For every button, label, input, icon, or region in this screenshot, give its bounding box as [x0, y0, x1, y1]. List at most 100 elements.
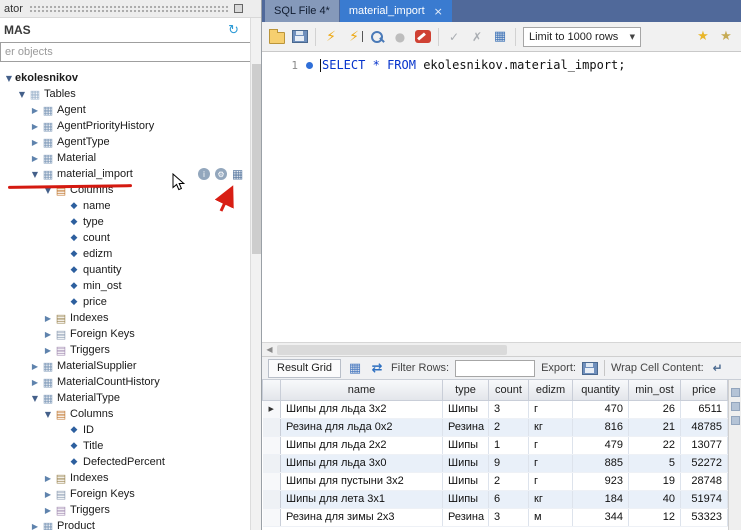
tree-expand-icon[interactable]: ▼ [29, 170, 41, 179]
tree-item-material[interactable]: ▶▦Material [0, 150, 250, 166]
cell-name[interactable]: Шипы для льда 3x0 [281, 454, 443, 472]
cell-quantity[interactable]: 885 [573, 454, 629, 472]
cell-min_ost[interactable]: 22 [629, 436, 681, 454]
cell-quantity[interactable]: 923 [573, 472, 629, 490]
cell-price[interactable]: 6511 [681, 400, 728, 418]
editor-hscrollbar[interactable]: ◀ [262, 342, 741, 357]
cell-edizm[interactable]: кг [529, 490, 573, 508]
tree-expand-icon[interactable]: ▶ [29, 522, 41, 530]
tree-expand-icon[interactable]: ▶ [42, 474, 54, 483]
tree-item-materialtype[interactable]: ▼▦MaterialType [0, 390, 250, 406]
cell-count[interactable]: 6 [489, 490, 529, 508]
navigator-scrollbar-thumb[interactable] [252, 64, 261, 254]
tree-item-name[interactable]: ◆name [0, 198, 250, 214]
row-selector[interactable] [263, 472, 281, 490]
tree-expand-icon[interactable]: ▶ [29, 106, 41, 115]
tree-expand-icon[interactable]: ▶ [29, 122, 41, 131]
tree-item-price[interactable]: ◆price [0, 294, 250, 310]
cell-type[interactable]: Шипы [443, 454, 489, 472]
tree-item-materialsupplier[interactable]: ▶▦MaterialSupplier [0, 358, 250, 374]
hscrollbar-track[interactable] [277, 343, 741, 356]
row-selector[interactable] [263, 418, 281, 436]
autocommit-icon[interactable]: ▦ [492, 28, 508, 46]
cell-quantity[interactable]: 470 [573, 400, 629, 418]
limit-rows-dropdown[interactable]: Limit to 1000 rows ▼ [523, 27, 641, 47]
tree-item-title[interactable]: ◆Title [0, 438, 250, 454]
tree-expand-icon[interactable]: ▶ [42, 314, 54, 323]
cell-price[interactable]: 51974 [681, 490, 728, 508]
tree-expand-icon[interactable]: ▶ [29, 378, 41, 387]
cell-count[interactable]: 9 [489, 454, 529, 472]
tree-item-triggers[interactable]: ▶▤Triggers [0, 502, 250, 518]
cell-edizm[interactable]: г [529, 400, 573, 418]
sql-editor[interactable]: 1 SELECT * FROM ekolesnikov.material_imp… [262, 52, 741, 342]
tab-material-import[interactable]: material_import × [340, 0, 452, 22]
info-icon[interactable]: i [198, 168, 210, 180]
cell-edizm[interactable]: г [529, 436, 573, 454]
navigator-scrollbar[interactable] [250, 18, 261, 530]
cell-count[interactable]: 3 [489, 508, 529, 526]
tree-item-tables[interactable]: ▼▦Tables [0, 86, 250, 102]
tree-expand-icon[interactable]: ▶ [42, 346, 54, 355]
col-header-count[interactable]: count [489, 380, 529, 400]
filter-rows-input[interactable] [455, 360, 535, 377]
cell-quantity[interactable]: 184 [573, 490, 629, 508]
cell-type[interactable]: Резина [443, 508, 489, 526]
tree-item-material-import[interactable]: ▼▦material_importi⚙▦ [0, 166, 250, 182]
row-selector[interactable] [263, 508, 281, 526]
tree-item-agenttype[interactable]: ▶▦AgentType [0, 134, 250, 150]
cell-type[interactable]: Резина [443, 418, 489, 436]
tree-expand-icon[interactable]: ▶ [29, 154, 41, 163]
cell-name[interactable]: Шипы для лета 3x1 [281, 490, 443, 508]
tree-item-count[interactable]: ◆count [0, 230, 250, 246]
panel-grip[interactable] [29, 5, 228, 13]
cell-edizm[interactable]: кг [529, 418, 573, 436]
undock-icon[interactable] [234, 4, 243, 13]
form-editor-side-icon[interactable] [731, 402, 740, 411]
wrench-icon[interactable]: ⚙ [215, 168, 227, 180]
tree-item-columns[interactable]: ▼▤Columns [0, 406, 250, 422]
cell-quantity[interactable]: 344 [573, 508, 629, 526]
stop-on-error-icon[interactable] [415, 30, 431, 43]
result-grid-side-icon[interactable] [731, 388, 740, 397]
cell-min_ost[interactable]: 12 [629, 508, 681, 526]
cell-edizm[interactable]: г [529, 454, 573, 472]
cell-type[interactable]: Шипы [443, 436, 489, 454]
cell-price[interactable]: 52272 [681, 454, 728, 472]
tree-expand-icon[interactable]: ▶ [29, 138, 41, 147]
col-header-edizm[interactable]: edizm [529, 380, 573, 400]
cell-quantity[interactable]: 479 [573, 436, 629, 454]
tree-item-indexes[interactable]: ▶▤Indexes [0, 310, 250, 326]
tree-item-foreign-keys[interactable]: ▶▤Foreign Keys [0, 486, 250, 502]
cell-price[interactable]: 13077 [681, 436, 728, 454]
tree-expand-icon[interactable]: ▶ [29, 362, 41, 371]
cell-price[interactable]: 28748 [681, 472, 728, 490]
cell-count[interactable]: 1 [489, 436, 529, 454]
tree-item-id[interactable]: ◆ID [0, 422, 250, 438]
tree-expand-icon[interactable]: ▼ [3, 74, 15, 83]
tab-sql-file-4[interactable]: SQL File 4* [265, 0, 339, 22]
cell-min_ost[interactable]: 5 [629, 454, 681, 472]
cell-name[interactable]: Резина для льда 0x2 [281, 418, 443, 436]
tree-item-product[interactable]: ▶▦Product [0, 518, 250, 530]
close-tab-icon[interactable]: × [434, 5, 443, 18]
beautify-icon[interactable]: ★ [695, 28, 711, 46]
tree-item-agent[interactable]: ▶▦Agent [0, 102, 250, 118]
col-header-name[interactable]: name [281, 380, 443, 400]
col-header-min_ost[interactable]: min_ost [629, 380, 681, 400]
tree-item-type[interactable]: ◆type [0, 214, 250, 230]
cell-min_ost[interactable]: 40 [629, 490, 681, 508]
tree-item-edizm[interactable]: ◆edizm [0, 246, 250, 262]
tree-item-foreign-keys[interactable]: ▶▤Foreign Keys [0, 326, 250, 342]
cell-type[interactable]: Шипы [443, 400, 489, 418]
filter-objects-input[interactable] [0, 42, 251, 62]
result-side-panel[interactable] [728, 380, 741, 530]
save-script-icon[interactable] [292, 30, 308, 43]
tree-item-min-ost[interactable]: ◆min_ost [0, 278, 250, 294]
cell-min_ost[interactable]: 19 [629, 472, 681, 490]
tree-expand-icon[interactable]: ▶ [42, 506, 54, 515]
cell-type[interactable]: Шипы [443, 472, 489, 490]
tree-item-indexes[interactable]: ▶▤Indexes [0, 470, 250, 486]
cell-min_ost[interactable]: 21 [629, 418, 681, 436]
row-selector[interactable] [263, 436, 281, 454]
